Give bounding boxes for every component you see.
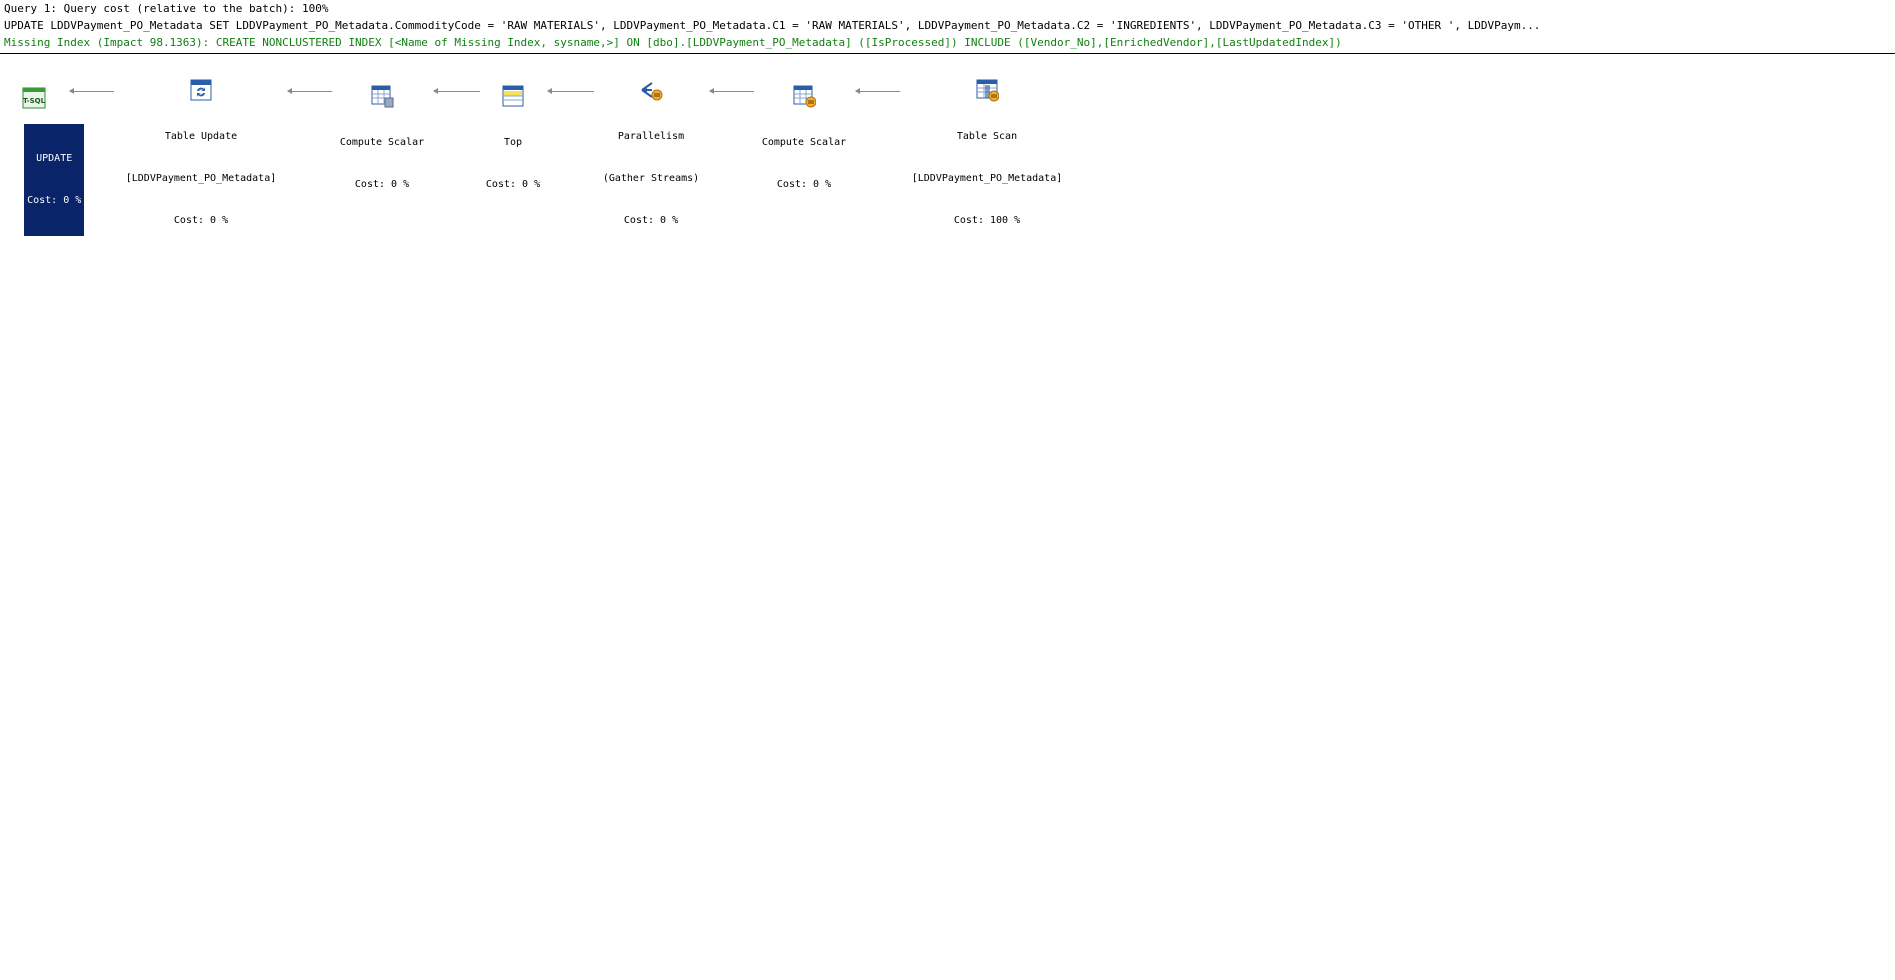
plan-node-compute-scalar[interactable]: Compute Scalar Cost: 0 % xyxy=(332,56,432,220)
node-name: Parallelism xyxy=(617,131,685,142)
tsql-icon: T-SQL xyxy=(22,87,46,109)
node-cost: Cost: 0 % xyxy=(27,195,82,206)
compute-scalar-icon xyxy=(371,85,394,108)
node-name: Compute Scalar xyxy=(339,137,425,148)
node-name: UPDATE xyxy=(36,153,73,164)
table-scan-icon xyxy=(976,79,999,102)
plan-arrow xyxy=(433,88,480,94)
plan-node-top[interactable]: Top Cost: 0 % xyxy=(480,56,546,220)
node-cost: Cost: 0 % xyxy=(776,179,832,190)
query-statement: UPDATE LDDVPayment_PO_Metadata SET LDDVP… xyxy=(4,19,1541,32)
parallelism-icon xyxy=(641,82,663,101)
execution-plan-canvas: T-SQL UPDATE Cost: 0 % Table Update [LDD… xyxy=(0,54,1895,980)
plan-arrow xyxy=(287,88,332,94)
node-cost: Cost: 0 % xyxy=(173,215,229,226)
node-name: Table Scan xyxy=(956,131,1018,142)
node-cost: Cost: 0 % xyxy=(354,179,410,190)
node-object: [LDDVPayment_PO_Metadata] xyxy=(911,173,1063,184)
top-icon xyxy=(502,85,524,107)
svg-text:T-SQL: T-SQL xyxy=(23,97,46,105)
plan-node-compute-scalar[interactable]: Compute Scalar Cost: 0 % xyxy=(754,56,854,220)
plan-arrow xyxy=(547,88,594,94)
plan-node-table-scan[interactable]: Table Scan [LDDVPayment_PO_Metadata] Cos… xyxy=(900,50,1074,256)
plan-arrow xyxy=(69,88,114,94)
plan-arrow xyxy=(709,88,754,94)
node-object: [LDDVPayment_PO_Metadata] xyxy=(125,173,277,184)
node-name: Table Update xyxy=(164,131,238,142)
compute-scalar-icon xyxy=(793,85,816,108)
node-name: Compute Scalar xyxy=(761,137,847,148)
node-cost: Cost: 0 % xyxy=(485,179,541,190)
node-cost: Cost: 100 % xyxy=(953,215,1021,226)
plan-node-table-update[interactable]: Table Update [LDDVPayment_PO_Metadata] C… xyxy=(114,50,288,256)
missing-index-hint[interactable]: Missing Index (Impact 98.1363): CREATE N… xyxy=(4,36,1342,50)
node-cost: Cost: 0 % xyxy=(623,215,679,226)
node-name: Top xyxy=(503,137,523,148)
plan-node-parallelism[interactable]: Parallelism (Gather Streams) Cost: 0 % xyxy=(594,50,708,256)
plan-arrow xyxy=(855,88,900,94)
table-update-icon xyxy=(190,79,212,101)
node-object: (Gather Streams) xyxy=(602,173,700,184)
plan-node-update[interactable]: T-SQL UPDATE Cost: 0 % xyxy=(0,58,85,250)
query-cost-line: Query 1: Query cost (relative to the bat… xyxy=(4,2,329,15)
